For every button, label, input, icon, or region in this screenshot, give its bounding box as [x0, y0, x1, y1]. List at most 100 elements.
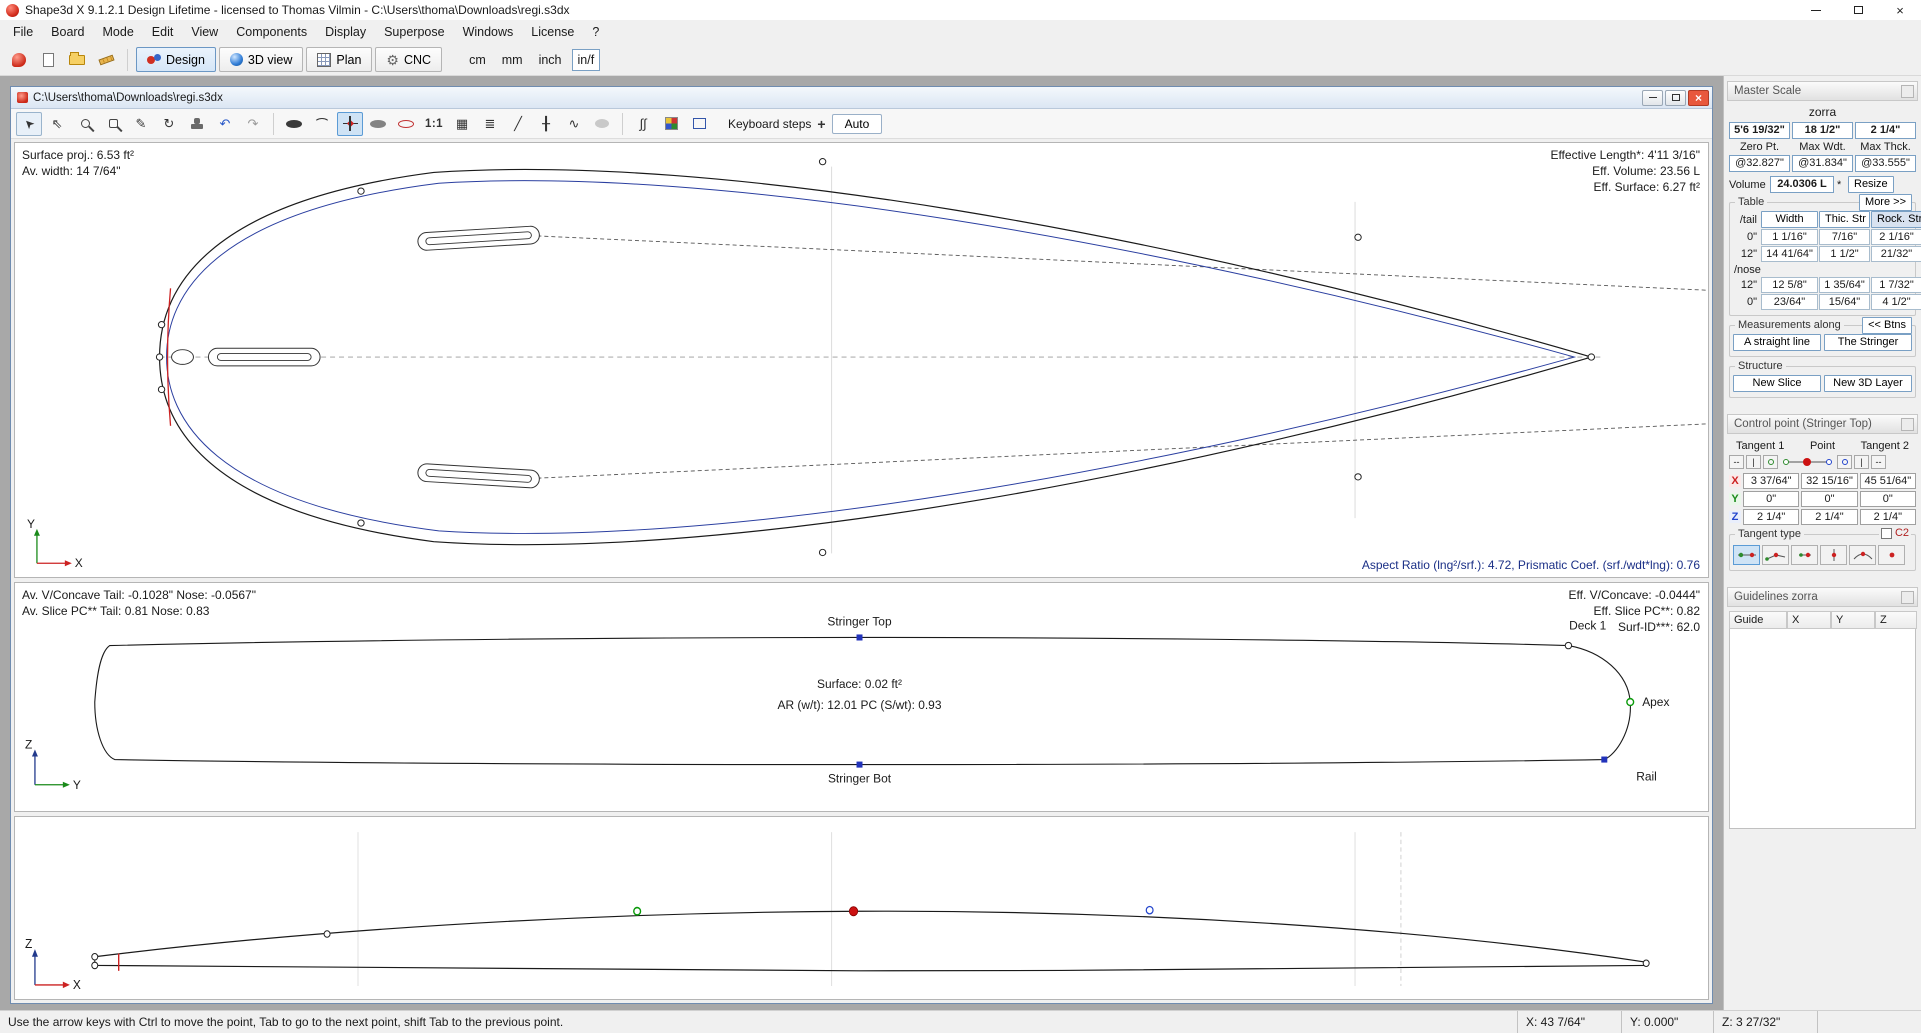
select-points-tool-icon[interactable]: ⇖ — [44, 112, 70, 136]
tangent-handle-point[interactable] — [634, 908, 641, 915]
max-width-field[interactable]: 18 1/2" — [1792, 122, 1853, 139]
document-maximize-button[interactable] — [1665, 90, 1686, 106]
rail-point[interactable] — [1601, 757, 1607, 763]
menu-license[interactable]: License — [522, 22, 583, 42]
guide-column-header[interactable]: Guide — [1729, 611, 1787, 629]
bottom-rocker-curve[interactable] — [95, 965, 1646, 970]
x-tangent1-field[interactable]: 3 37/64" — [1743, 473, 1799, 489]
tangent-type-vertical-button[interactable] — [1820, 545, 1847, 565]
unit-cm[interactable]: cm — [463, 49, 492, 71]
more-button[interactable]: More >> — [1859, 194, 1912, 211]
nose-12-rock-field[interactable]: 1 7/32" — [1871, 277, 1921, 293]
menu-file[interactable]: File — [4, 22, 42, 42]
tail-12-rock-field[interactable]: 21/32" — [1871, 246, 1921, 262]
zoom-tool-icon[interactable] — [72, 112, 98, 136]
selected-control-point[interactable] — [849, 907, 857, 916]
tail-0-width-field[interactable]: 1 1/16" — [1761, 229, 1818, 245]
new-3d-layer-button[interactable]: New 3D Layer — [1824, 375, 1912, 392]
document-minimize-button[interactable] — [1642, 90, 1663, 106]
open-file-button[interactable] — [64, 47, 90, 72]
control-point[interactable] — [819, 549, 825, 555]
color-map-icon[interactable] — [658, 112, 684, 136]
zero-pt-field[interactable]: @32.827" — [1729, 155, 1790, 172]
slice-view-canvas[interactable]: Stringer Top Stringer Bot Surface: 0.02 … — [15, 583, 1708, 811]
menu-mode[interactable]: Mode — [94, 22, 143, 42]
plan-view-canvas[interactable]: Y X — [15, 143, 1708, 577]
menu-windows[interactable]: Windows — [454, 22, 523, 42]
control-point[interactable] — [1355, 474, 1361, 480]
z-point-field[interactable]: 2 1/4" — [1801, 509, 1857, 525]
tail-0-thic-field[interactable]: 7/16" — [1819, 229, 1870, 245]
cnc-mode-button[interactable]: ⚙ CNC — [375, 47, 442, 72]
tangent1-free-button[interactable]: -- — [1729, 455, 1744, 469]
x-point-field[interactable]: 32 15/16" — [1801, 473, 1857, 489]
tangent-type-curve-button[interactable] — [1849, 545, 1876, 565]
curvature-icon[interactable]: ∫∫ — [630, 112, 656, 136]
y-point-field[interactable]: 0" — [1801, 491, 1857, 507]
control-point[interactable] — [358, 188, 364, 194]
control-point[interactable] — [158, 386, 164, 392]
menu-components[interactable]: Components — [227, 22, 316, 42]
rotate-tool-icon[interactable]: ↻ — [156, 112, 182, 136]
menu-edit[interactable]: Edit — [143, 22, 183, 42]
btns-button[interactable]: << Btns — [1862, 317, 1912, 334]
menu-help[interactable]: ? — [583, 22, 608, 42]
fin-box-top[interactable] — [417, 226, 540, 251]
deck-control-point[interactable] — [1565, 642, 1571, 648]
stringer-top-point[interactable] — [857, 634, 863, 640]
one-to-one-button[interactable]: 1:1 — [421, 112, 447, 136]
control-point[interactable] — [156, 354, 162, 360]
z-tangent1-field[interactable]: 2 1/4" — [1743, 509, 1799, 525]
panel-layout-icon[interactable] — [686, 112, 712, 136]
tangent-type-straight-button[interactable] — [1733, 545, 1760, 565]
c2-checkbox[interactable] — [1881, 528, 1892, 539]
thickness-view-icon[interactable] — [365, 112, 391, 136]
maximize-button[interactable] — [1837, 0, 1879, 20]
outline-view-icon[interactable] — [281, 112, 307, 136]
tools-button[interactable] — [93, 47, 119, 72]
z-column-header[interactable]: Z — [1875, 611, 1917, 629]
collapse-button[interactable] — [1901, 85, 1914, 98]
stamp-tool-icon[interactable] — [184, 112, 210, 136]
thic-str-column-button[interactable]: Thic. Str — [1819, 211, 1870, 228]
max-thck-pos-field[interactable]: @33.555" — [1855, 155, 1916, 172]
tail-0-rock-field[interactable]: 2 1/16" — [1871, 229, 1921, 245]
y-tangent1-field[interactable]: 0" — [1743, 491, 1799, 507]
new-slice-button[interactable]: New Slice — [1733, 375, 1821, 392]
document-close-button[interactable]: × — [1688, 90, 1709, 106]
menu-board[interactable]: Board — [42, 22, 93, 42]
apex-point[interactable] — [1627, 699, 1634, 706]
nose-12-thic-field[interactable]: 1 35/64" — [1819, 277, 1870, 293]
board-outline-curve[interactable] — [160, 169, 1592, 544]
width-column-button[interactable]: Width — [1761, 211, 1818, 228]
max-thickness-field[interactable]: 2 1/4" — [1855, 122, 1916, 139]
resize-button[interactable]: Resize — [1848, 176, 1894, 193]
control-point[interactable] — [92, 962, 98, 969]
guidelines-toggle-icon[interactable] — [589, 112, 615, 136]
close-button[interactable]: × — [1879, 0, 1921, 20]
nose-0-width-field[interactable]: 23/64" — [1761, 294, 1818, 310]
3d-view-mode-button[interactable]: 3D view — [219, 47, 303, 72]
control-point[interactable] — [1355, 234, 1361, 240]
guidelines-list[interactable] — [1729, 629, 1916, 829]
nose-0-rock-field[interactable]: 4 1/2" — [1871, 294, 1921, 310]
redo-icon[interactable]: ↷ — [240, 112, 266, 136]
menu-view[interactable]: View — [182, 22, 227, 42]
zoom-window-tool-icon[interactable] — [100, 112, 126, 136]
y-tangent2-field[interactable]: 0" — [1860, 491, 1916, 507]
outline-control-points[interactable] — [156, 159, 1594, 556]
minimize-button[interactable] — [1795, 0, 1837, 20]
edit-pen-tool-icon[interactable]: ✎ — [128, 112, 154, 136]
tangent-type-point-button[interactable] — [1878, 545, 1905, 565]
control-point[interactable] — [1643, 960, 1649, 967]
slice-view-icon[interactable] — [337, 112, 363, 136]
nose-0-thic-field[interactable]: 15/64" — [1819, 294, 1870, 310]
tangent2-free-button[interactable]: -- — [1871, 455, 1886, 469]
design-mode-button[interactable]: Design — [136, 47, 216, 72]
menu-superpose[interactable]: Superpose — [375, 22, 453, 42]
profile-view-icon[interactable] — [309, 112, 335, 136]
y-column-header[interactable]: Y — [1831, 611, 1875, 629]
tangent1-dot-button[interactable] — [1763, 455, 1778, 469]
tail-12-thic-field[interactable]: 1 1/2" — [1819, 246, 1870, 262]
rocker-view-canvas[interactable]: Z X — [15, 817, 1708, 999]
